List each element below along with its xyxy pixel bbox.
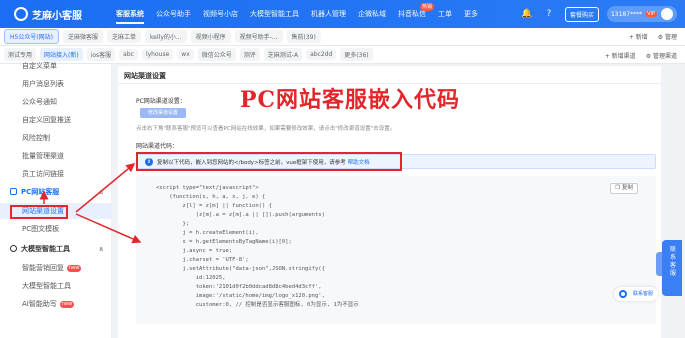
arrow-to-code: [75, 213, 142, 244]
arrow-to-notice: [75, 163, 136, 213]
annotation-arrows: [39, 163, 142, 244]
app-root: 芝麻小客服 客服系统 公众号助手 视频号小店 大模型智能工具 机器人管理 企微私域 抖音私信…: [0, 0, 685, 338]
